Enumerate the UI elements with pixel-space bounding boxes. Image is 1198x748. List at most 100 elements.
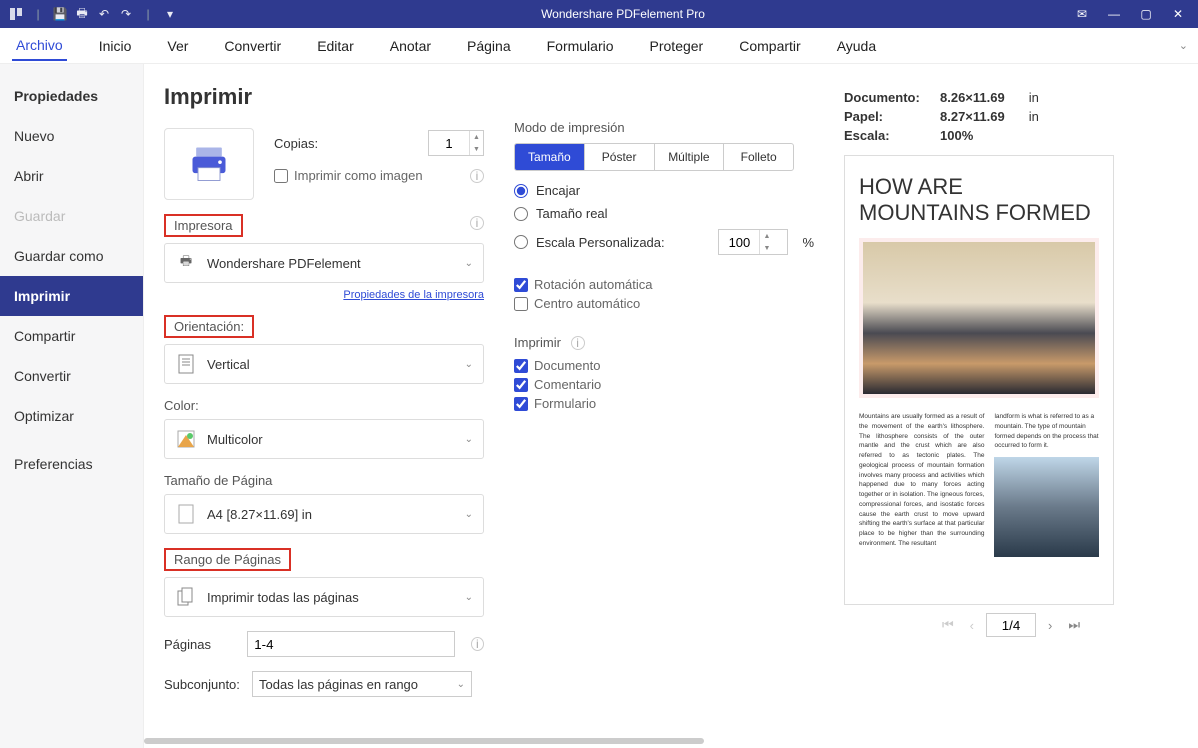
chevron-down-icon: ⌄ (465, 359, 473, 370)
menu-pagina[interactable]: Página (463, 32, 515, 60)
menu-ayuda[interactable]: Ayuda (833, 32, 880, 60)
sidebar-item-optimizar[interactable]: Optimizar (0, 396, 143, 436)
docinfo-doc-unit: in (1029, 90, 1039, 105)
info-icon[interactable]: i (571, 336, 585, 350)
copies-input[interactable] (429, 131, 469, 155)
info-icon[interactable]: i (471, 637, 484, 651)
print-icon[interactable]: 🖶 (74, 6, 90, 22)
sidebar-item-propiedades[interactable]: Propiedades (0, 76, 143, 116)
pagesize-value: A4 [8.27×11.69] in (207, 507, 465, 522)
save-icon[interactable]: 💾 (52, 6, 68, 22)
print-as-image-checkbox[interactable] (274, 169, 288, 183)
print-comment-checkbox[interactable] (514, 378, 528, 392)
preview-title: HOW ARE MOUNTAINS FORMED (859, 174, 1099, 226)
tab-booklet[interactable]: Folleto (724, 144, 793, 170)
redo-icon[interactable]: ↷ (118, 6, 134, 22)
menu-editar[interactable]: Editar (313, 32, 358, 60)
sidebar-item-guardar-como[interactable]: Guardar como (0, 236, 143, 276)
spinner-up[interactable]: ▲ (470, 131, 483, 143)
chevron-down-icon: ⌄ (465, 509, 473, 520)
spinner-down[interactable]: ▼ (760, 242, 773, 254)
mail-icon[interactable]: ✉ (1068, 0, 1096, 28)
pager-prev-button[interactable]: ‹ (966, 616, 978, 635)
print-comment-label: Comentario (534, 377, 601, 392)
pager-next-button[interactable]: › (1044, 616, 1056, 635)
auto-center-label: Centro automático (534, 296, 640, 311)
tab-size[interactable]: Tamaño (515, 144, 585, 170)
pagesize-dropdown[interactable]: A4 [8.27×11.69] in ⌄ (164, 494, 484, 534)
sidebar-item-abrir[interactable]: Abrir (0, 156, 143, 196)
close-button[interactable]: ✕ (1164, 0, 1192, 28)
orientation-dropdown[interactable]: Vertical ⌄ (164, 344, 484, 384)
printer-value: Wondershare PDFelement (207, 256, 465, 271)
tab-multiple[interactable]: Múltiple (655, 144, 725, 170)
page-title: Imprimir (164, 84, 484, 110)
docinfo-paper-unit: in (1029, 109, 1039, 124)
undo-icon[interactable]: ↶ (96, 6, 112, 22)
dropdown-icon[interactable]: ▾ (162, 6, 178, 22)
maximize-button[interactable]: ▢ (1132, 0, 1160, 28)
scale-input[interactable] (719, 230, 759, 254)
menu-proteger[interactable]: Proteger (646, 32, 708, 60)
subset-dropdown[interactable]: Todas las páginas en rango ⌄ (252, 671, 472, 697)
menu-formulario[interactable]: Formulario (543, 32, 618, 60)
radio-fit[interactable] (514, 184, 528, 198)
page-icon (175, 503, 197, 525)
radio-fit-label: Encajar (536, 183, 580, 198)
spinner-up[interactable]: ▲ (760, 230, 773, 242)
docinfo-scale-key: Escala: (844, 128, 924, 143)
sidebar-item-guardar[interactable]: Guardar (0, 196, 143, 236)
auto-rotate-checkbox[interactable] (514, 278, 528, 292)
menu-collapse-icon[interactable]: ⌄ (1179, 39, 1188, 52)
menu-convertir[interactable]: Convertir (220, 32, 285, 60)
subset-value: Todas las páginas en rango (259, 677, 418, 692)
print-form-label: Formulario (534, 396, 596, 411)
docinfo-doc-key: Documento: (844, 90, 924, 105)
printer-illustration (164, 128, 254, 200)
horizontal-scrollbar[interactable] (144, 736, 884, 746)
radio-custom-scale[interactable] (514, 235, 528, 249)
sidebar-item-convertir[interactable]: Convertir (0, 356, 143, 396)
radio-actual-label: Tamaño real (536, 206, 608, 221)
tab-poster[interactable]: Póster (585, 144, 655, 170)
pager-input[interactable] (986, 613, 1036, 637)
minimize-button[interactable]: ― (1100, 0, 1128, 28)
copies-spinner[interactable]: ▲▼ (428, 130, 484, 156)
chevron-down-icon: ⌄ (457, 679, 465, 690)
menu-archivo[interactable]: Archivo (12, 31, 67, 61)
orientation-section-label: Orientación: (164, 315, 254, 338)
menu-compartir[interactable]: Compartir (735, 32, 804, 60)
divider: | (30, 6, 46, 22)
sidebar-item-preferencias[interactable]: Preferencias (0, 444, 143, 484)
menu-anotar[interactable]: Anotar (386, 32, 435, 60)
print-document-checkbox[interactable] (514, 359, 528, 373)
pager-last-button[interactable]: ⏭ (1064, 615, 1084, 635)
sidebar-item-compartir[interactable]: Compartir (0, 316, 143, 356)
printer-properties-link[interactable]: Propiedades de la impresora (343, 289, 484, 301)
chevron-down-icon: ⌄ (465, 258, 473, 269)
radio-actual[interactable] (514, 207, 528, 221)
info-icon[interactable]: i (470, 216, 484, 230)
docinfo-scale-val: 100% (940, 128, 973, 143)
print-mode-label: Modo de impresión (514, 120, 814, 135)
sidebar-item-imprimir[interactable]: Imprimir (0, 276, 143, 316)
radio-custom-scale-label: Escala Personalizada: (536, 235, 665, 250)
print-form-checkbox[interactable] (514, 397, 528, 411)
printer-dropdown[interactable]: 🖶 Wondershare PDFelement ⌄ (164, 243, 484, 283)
info-icon[interactable]: i (470, 169, 484, 183)
app-logo-icon (8, 6, 24, 22)
pages-input[interactable] (247, 631, 454, 657)
color-value: Multicolor (207, 432, 465, 447)
auto-center-checkbox[interactable] (514, 297, 528, 311)
color-icon (175, 428, 197, 450)
menu-inicio[interactable]: Inicio (95, 32, 136, 60)
sidebar-item-nuevo[interactable]: Nuevo (0, 116, 143, 156)
color-dropdown[interactable]: Multicolor ⌄ (164, 419, 484, 459)
pagesize-section-label: Tamaño de Página (164, 473, 272, 488)
printer-section-label: Impresora (164, 214, 243, 237)
spinner-down[interactable]: ▼ (470, 143, 483, 155)
pager-first-button[interactable]: ⏮ (938, 615, 958, 635)
pagerange-dropdown[interactable]: Imprimir todas las páginas ⌄ (164, 577, 484, 617)
menu-ver[interactable]: Ver (163, 32, 192, 60)
scale-unit: % (802, 235, 814, 250)
